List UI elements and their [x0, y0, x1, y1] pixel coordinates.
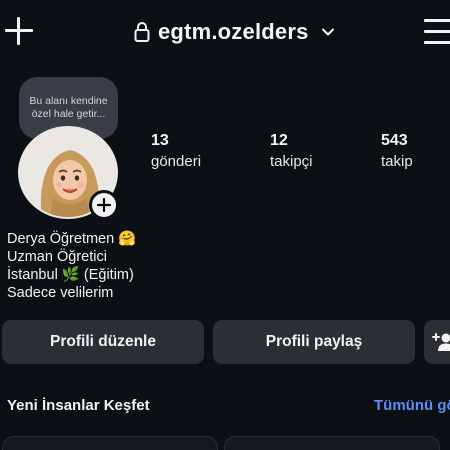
posts-label: gönderi: [151, 153, 202, 170]
new-post-plus-icon[interactable]: [4, 16, 34, 46]
bio-line: Sadece velilerim: [7, 285, 114, 301]
bio-name: Derya Öğretmen 🤗: [7, 231, 137, 247]
followers-count: 12: [270, 132, 288, 149]
bio-line: İstanbul 🌿 (Eğitim): [7, 267, 134, 283]
lock-icon: [134, 22, 150, 42]
stat-posts[interactable]: 13 gönderi: [151, 131, 201, 173]
discover-people-button[interactable]: [424, 320, 450, 364]
chevron-down-icon: [321, 28, 334, 36]
note-text: Bu alanı kendine özel hale getir...: [29, 95, 108, 120]
add-story-button[interactable]: [89, 190, 119, 220]
top-bar: egtm.ozelders: [0, 0, 450, 64]
account-switcher[interactable]: egtm.ozelders: [134, 18, 335, 46]
bio-line: Uzman Öğretici: [7, 249, 107, 265]
bio: Derya Öğretmen 🤗 Uzman Öğretici İstanbul…: [7, 230, 136, 302]
suggestion-card[interactable]: [2, 436, 218, 450]
posts-count: 13: [151, 132, 169, 149]
suggestion-card[interactable]: [224, 436, 440, 450]
username: egtm.ozelders: [158, 19, 309, 44]
following-count: 543: [381, 132, 408, 149]
plus-icon: [97, 198, 111, 212]
discover-people-title: Yeni İnsanlar Keşfet: [7, 397, 150, 414]
following-label: takip: [381, 153, 413, 170]
stat-following[interactable]: 543 takip: [381, 131, 413, 173]
edit-profile-button[interactable]: Profili düzenle: [2, 320, 204, 364]
add-user-icon: [432, 333, 450, 351]
stat-followers[interactable]: 12 takipçi: [270, 131, 313, 173]
see-all-link[interactable]: Tümünü gör: [374, 397, 450, 414]
share-profile-button[interactable]: Profili paylaş: [213, 320, 415, 364]
followers-label: takipçi: [270, 153, 313, 170]
hamburger-menu-icon[interactable]: [424, 19, 450, 45]
